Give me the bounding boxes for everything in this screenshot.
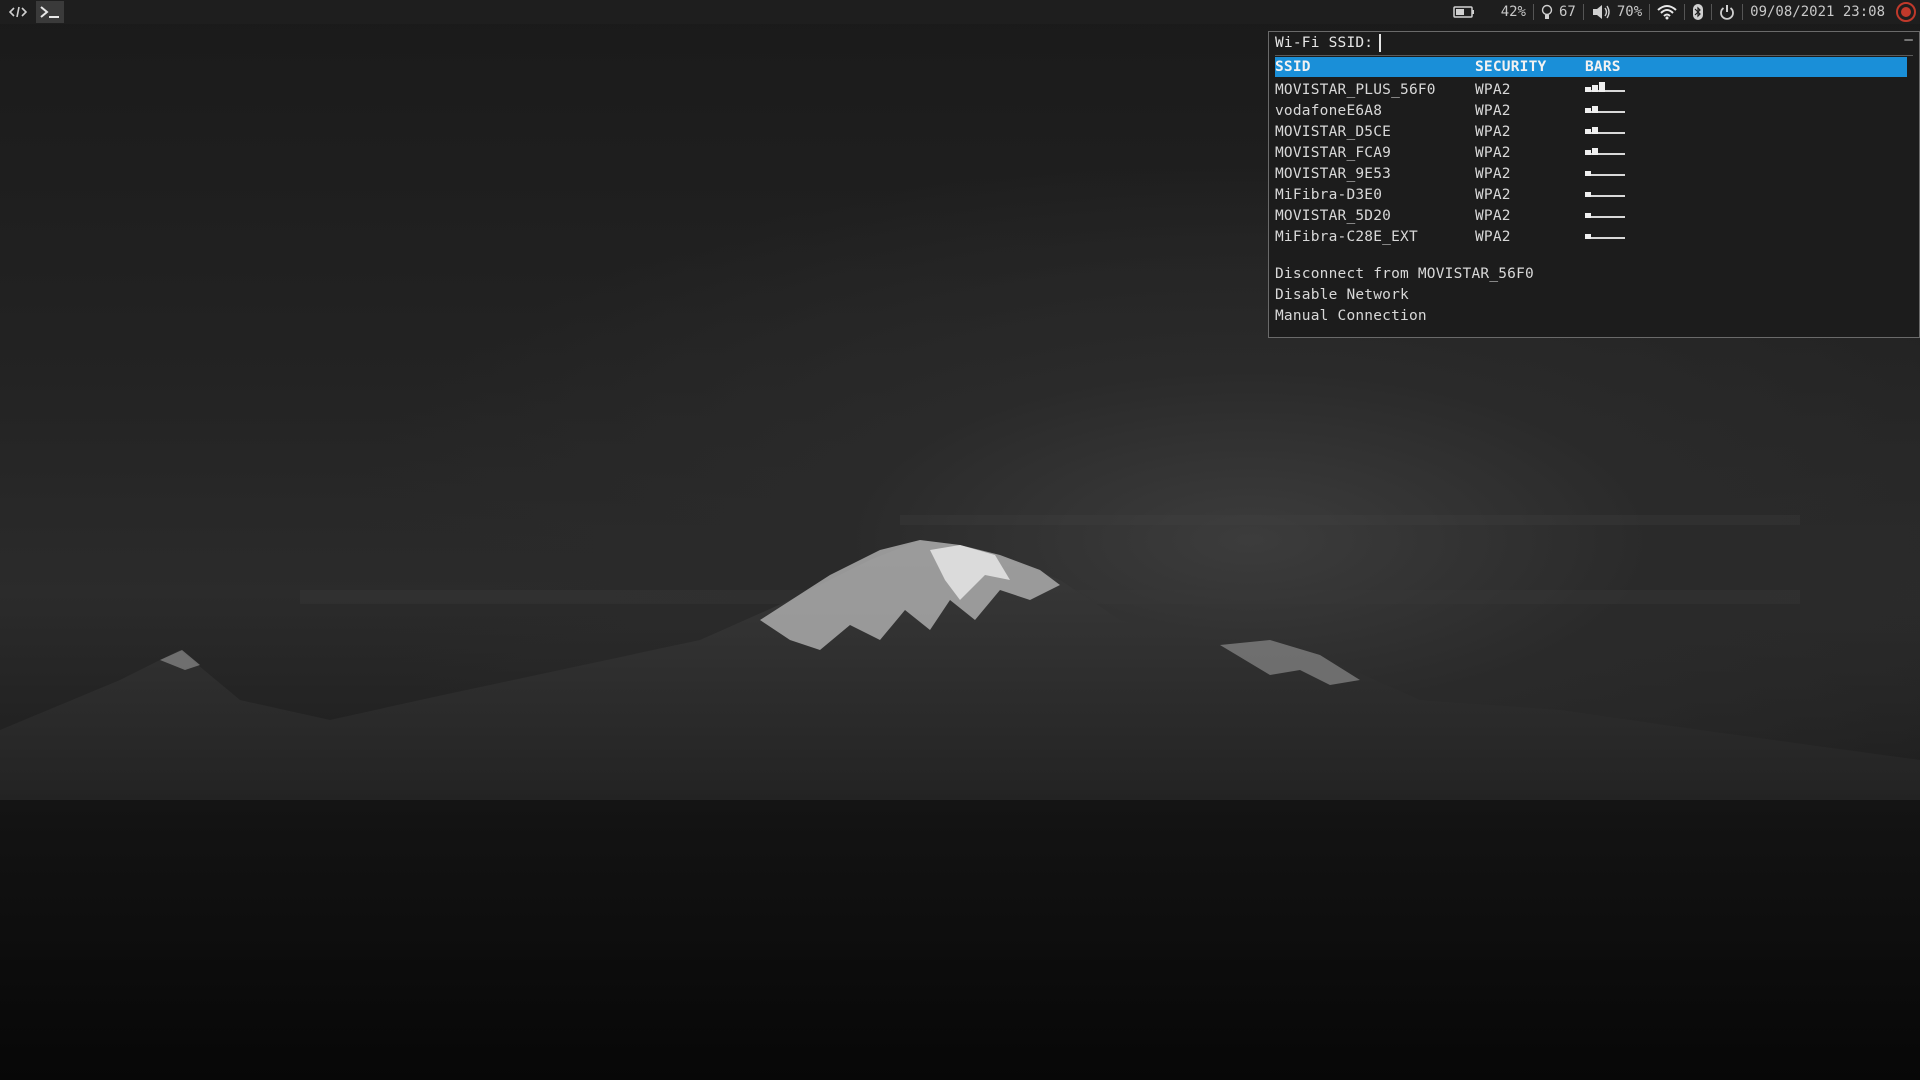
signal-bars	[1585, 187, 1645, 203]
signal-strength-icon	[1585, 124, 1625, 136]
signal-strength-icon	[1585, 145, 1625, 157]
terminal-launcher-button[interactable]	[36, 1, 64, 23]
network-row[interactable]: MOVISTAR_PLUS_56F0 WPA2	[1275, 79, 1907, 100]
security-column-header: SECURITY	[1475, 59, 1547, 75]
network-row[interactable]: vodafoneE6A8 WPA2	[1275, 100, 1907, 121]
volume-indicator[interactable]: 70%	[1584, 0, 1649, 24]
disable-network-option[interactable]: Disable Network	[1275, 284, 1907, 305]
network-security: WPA2	[1475, 81, 1511, 98]
network-security: WPA2	[1475, 186, 1511, 203]
brightness-value: 67	[1558, 4, 1576, 20]
wifi-network-menu: Wi-Fi SSID: – SSID SECURITY BARS MOVISTA…	[1268, 31, 1920, 338]
datetime-text: 09/08/2021 23:08	[1750, 4, 1885, 20]
close-button[interactable]: –	[1904, 32, 1913, 48]
network-row[interactable]: MOVISTAR_D5CE WPA2	[1275, 121, 1907, 142]
signal-bars	[1585, 82, 1645, 98]
network-list: MOVISTAR_PLUS_56F0 WPA2 vodafoneE6A8 WPA2 MO…	[1269, 79, 1919, 247]
launcher-area	[0, 1, 64, 23]
signal-bars	[1585, 145, 1645, 161]
signal-strength-icon	[1585, 229, 1625, 241]
battery-indicator[interactable]: 42%	[1446, 0, 1533, 24]
code-launcher-button[interactable]	[4, 1, 32, 23]
signal-bars	[1585, 229, 1645, 245]
clock[interactable]: 09/08/2021 23:08	[1743, 0, 1892, 24]
battery-icon	[1452, 6, 1475, 18]
signal-strength-icon	[1585, 187, 1625, 199]
terminal-icon	[39, 4, 61, 20]
ssid-search-input[interactable]	[1379, 34, 1760, 52]
speaker-icon	[1591, 4, 1611, 20]
system-tray: 42% 67 70% 09/08/2021 23:08	[1446, 0, 1920, 24]
code-icon	[9, 5, 27, 19]
column-header-row[interactable]: SSID SECURITY BARS	[1275, 57, 1907, 77]
bluetooth-icon	[1692, 4, 1704, 20]
battery-value: 42%	[1500, 4, 1526, 20]
network-ssid: MOVISTAR_FCA9	[1275, 144, 1392, 161]
network-row[interactable]: MiFibra-C28E_EXT WPA2	[1275, 226, 1907, 247]
network-ssid: MOVISTAR_D5CE	[1275, 123, 1392, 140]
network-ssid: MiFibra-D3E0	[1275, 186, 1383, 203]
wifi-icon	[1657, 4, 1677, 20]
signal-bars	[1585, 103, 1645, 119]
system-logo-icon[interactable]	[1896, 2, 1916, 22]
wifi-indicator[interactable]	[1650, 0, 1684, 24]
power-button[interactable]	[1712, 0, 1742, 24]
network-row[interactable]: MiFibra-D3E0 WPA2	[1275, 184, 1907, 205]
divider	[1275, 55, 1913, 56]
network-ssid: MOVISTAR_PLUS_56F0	[1275, 81, 1436, 98]
brightness-indicator[interactable]: 67	[1534, 0, 1583, 24]
action-list: Disconnect from MOVISTAR_56F0 Disable Ne…	[1269, 263, 1919, 326]
ssid-column-header: SSID	[1275, 59, 1311, 75]
top-status-bar: 42% 67 70% 09/08/2021 23:08	[0, 0, 1920, 24]
network-security: WPA2	[1475, 165, 1511, 182]
network-row[interactable]: MOVISTAR_5D20 WPA2	[1275, 205, 1907, 226]
signal-bars	[1585, 166, 1645, 182]
signal-bars	[1585, 124, 1645, 140]
signal-strength-icon	[1585, 208, 1625, 220]
lightbulb-icon	[1541, 4, 1553, 20]
signal-strength-icon	[1585, 166, 1625, 178]
network-security: WPA2	[1475, 228, 1511, 245]
network-ssid: MOVISTAR_5D20	[1275, 207, 1392, 224]
network-row[interactable]: MOVISTAR_FCA9 WPA2	[1275, 142, 1907, 163]
signal-bars	[1585, 208, 1645, 224]
network-security: WPA2	[1475, 207, 1511, 224]
network-security: WPA2	[1475, 144, 1511, 161]
signal-strength-icon	[1585, 82, 1625, 94]
network-security: WPA2	[1475, 102, 1511, 119]
network-ssid: MOVISTAR_9E53	[1275, 165, 1392, 182]
volume-value: 70%	[1616, 4, 1643, 20]
prompt-label: Wi-Fi SSID:	[1275, 35, 1374, 51]
disconnect-option[interactable]: Disconnect from MOVISTAR_56F0	[1275, 263, 1907, 284]
bluetooth-indicator[interactable]	[1685, 0, 1711, 24]
power-icon	[1719, 4, 1735, 20]
network-row[interactable]: MOVISTAR_9E53 WPA2	[1275, 163, 1907, 184]
signal-strength-icon	[1585, 103, 1625, 115]
network-ssid: MiFibra-C28E_EXT	[1275, 228, 1418, 245]
manual-connection-option[interactable]: Manual Connection	[1275, 305, 1907, 326]
network-security: WPA2	[1475, 123, 1511, 140]
prompt-bar: Wi-Fi SSID: –	[1269, 32, 1919, 54]
network-ssid: vodafoneE6A8	[1275, 102, 1383, 119]
bars-column-header: BARS	[1585, 59, 1621, 75]
